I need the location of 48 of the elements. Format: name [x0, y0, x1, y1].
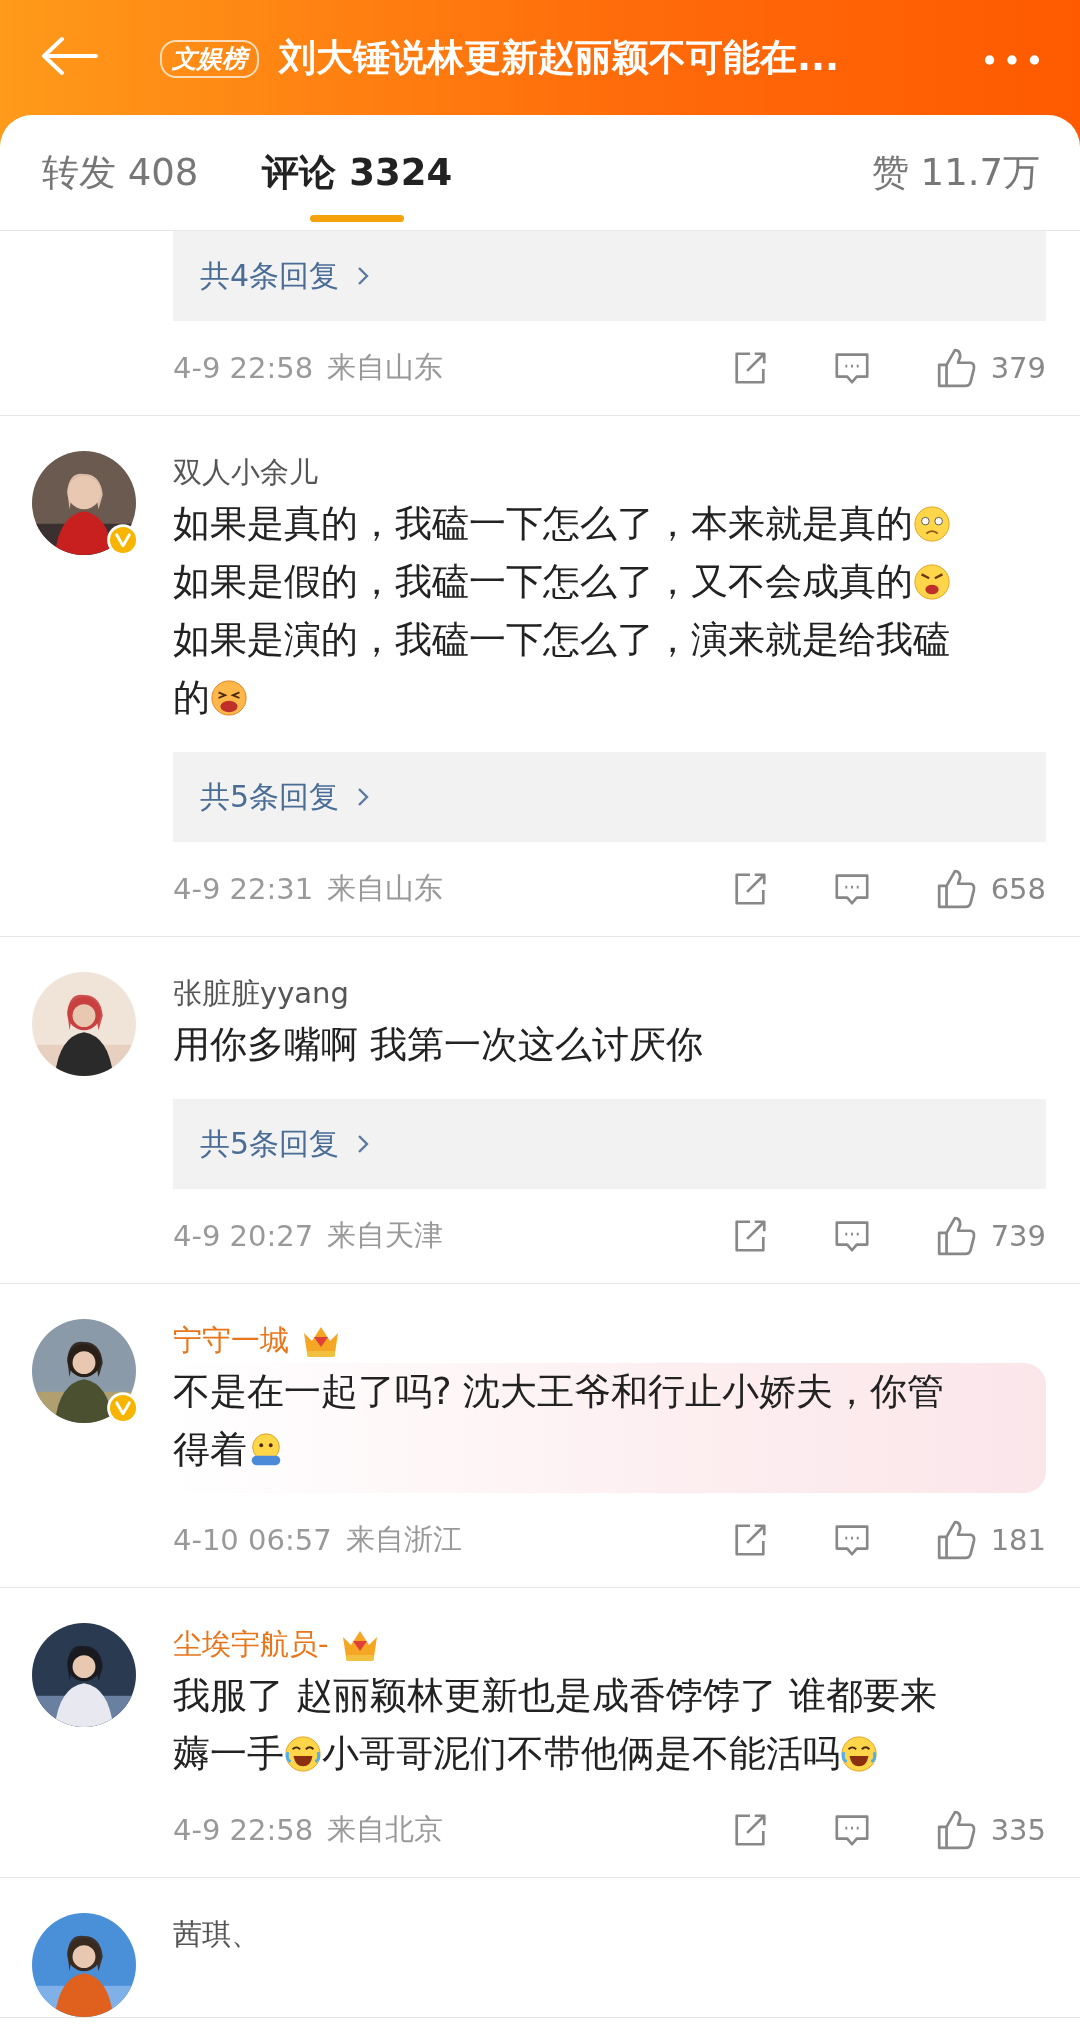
comment-text: 得着	[173, 1427, 247, 1473]
comment-time: 4-9 22:58	[173, 351, 314, 385]
like-button[interactable]: 379	[934, 347, 1046, 389]
comment-location: 来自浙江	[345, 1521, 462, 1558]
comment-text: 如果是演的，我磕一下怎么了，演来就是给我磕	[173, 617, 950, 663]
chevron-icon	[357, 266, 370, 286]
comment-time: 4-9 22:31	[173, 872, 314, 906]
user-name[interactable]: 茜琪、	[173, 1915, 260, 1955]
user-name[interactable]: 宁守一城	[173, 1321, 289, 1361]
back-arrow-icon[interactable]	[40, 36, 100, 76]
like-button[interactable]: 658	[934, 868, 1046, 910]
tab[interactable]: 评论 3324	[262, 115, 453, 230]
tab[interactable]: 转发 408	[42, 115, 199, 230]
comment-text: 小哥哥泥们不带他俩是不能活吗	[322, 1731, 840, 1777]
comment-location: 来自天津	[327, 1217, 444, 1254]
replies-link[interactable]: 共5条回复	[173, 752, 1046, 842]
laughing-emoji-icon	[840, 1735, 878, 1773]
comment-location: 来自北京	[327, 1811, 444, 1848]
more-icon[interactable]	[984, 54, 1040, 66]
comment-time: 4-10 06:57	[173, 1523, 332, 1557]
comment-text: 不是在一起了吗? 沈大王爷和行止小娇夫，你管	[173, 1369, 945, 1415]
chevron-icon	[357, 787, 370, 807]
comment-location: 来自山东	[327, 349, 444, 386]
comment-text: 我服了 赵丽颖林更新也是成香饽饽了 谁都要来	[173, 1673, 937, 1719]
chevron-icon	[357, 1134, 370, 1154]
likes-tab[interactable]: 赞 11.7万	[871, 115, 1040, 230]
page-title: 刘大锤说林更新赵丽颖不可能在...	[279, 35, 840, 81]
user-name[interactable]: 张脏脏yyang	[173, 974, 349, 1014]
comment-time: 4-9 22:58	[173, 1813, 314, 1847]
comment-text: 薅一手	[173, 1731, 284, 1777]
category-badge: 文娱榜	[160, 40, 259, 78]
comment-text: 的	[173, 675, 210, 721]
laughing-emoji-icon	[284, 1735, 322, 1773]
sad-emoji-icon	[913, 505, 951, 543]
like-button[interactable]: 335	[934, 1809, 1046, 1851]
comment-text: 如果是真的，我磕一下怎么了，本来就是真的	[173, 501, 913, 547]
comment-location: 来自山东	[327, 870, 444, 907]
like-button[interactable]: 181	[934, 1519, 1046, 1561]
comment-text: 如果是假的，我磕一下怎么了，又不会成真的	[173, 559, 913, 605]
user-name[interactable]: 尘埃宇航员-	[173, 1625, 329, 1665]
crying-emoji-icon	[210, 679, 248, 717]
replies-link[interactable]: 共4条回复	[173, 231, 1046, 321]
comment-time: 4-9 20:27	[173, 1219, 314, 1253]
replies-link[interactable]: 共5条回复	[173, 1099, 1046, 1189]
user-name[interactable]: 双人小余儿	[173, 453, 318, 493]
comment-text: 用你多嘴啊 我第一次这么讨厌你	[173, 1022, 703, 1068]
like-button[interactable]: 739	[934, 1215, 1046, 1257]
angry-emoji-icon	[913, 563, 951, 601]
